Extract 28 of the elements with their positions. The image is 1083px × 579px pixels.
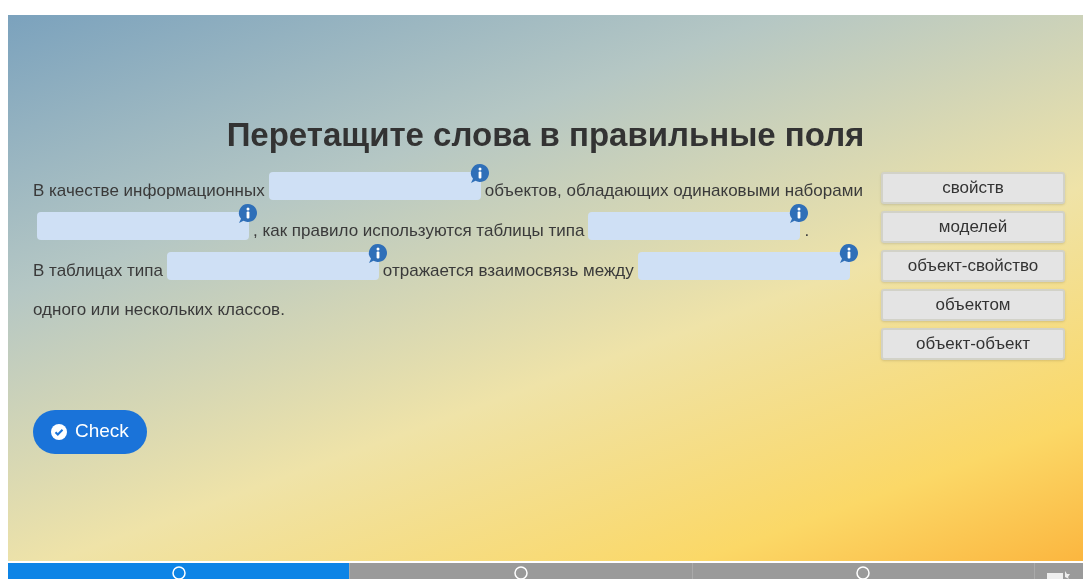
word-chip[interactable]: свойств xyxy=(881,171,1065,204)
drop-field[interactable] xyxy=(637,251,850,280)
sentence-text: В качестве информационных xyxy=(33,181,265,200)
word-chip[interactable]: объект-свойство xyxy=(881,249,1065,282)
progress-segment[interactable] xyxy=(8,563,351,579)
info-icon[interactable] xyxy=(837,242,860,265)
sentence-text: . xyxy=(804,221,810,240)
progress-segment[interactable] xyxy=(692,563,1035,579)
sentence-text: отражается взаимосвязь между xyxy=(382,261,634,280)
info-icon[interactable] xyxy=(366,242,389,265)
progress-segment[interactable] xyxy=(350,563,693,579)
sentence-text: объектов, обладающих одинаковыми наборами xyxy=(484,181,863,200)
drop-field[interactable] xyxy=(37,211,249,240)
sentence-text: , как правило используются таблицы типа xyxy=(253,221,585,240)
sentence-text: одного или нескольких классов. xyxy=(33,299,285,319)
drop-field[interactable] xyxy=(588,211,801,240)
check-button[interactable]: Check xyxy=(33,409,147,454)
info-icon[interactable] xyxy=(468,162,491,185)
sentence-text: В таблицах типа xyxy=(33,261,163,280)
info-icon[interactable] xyxy=(237,202,259,225)
info-icon[interactable] xyxy=(788,202,811,225)
check-circle-icon xyxy=(51,423,67,440)
word-chip[interactable]: моделей xyxy=(881,210,1065,243)
word-chip[interactable]: объектом xyxy=(881,288,1065,321)
drop-field[interactable] xyxy=(268,171,481,200)
page-title: Перетащите слова в правильные поля xyxy=(225,115,866,155)
word-chip[interactable]: объект-объект xyxy=(881,327,1065,360)
drop-field[interactable] xyxy=(166,251,379,280)
